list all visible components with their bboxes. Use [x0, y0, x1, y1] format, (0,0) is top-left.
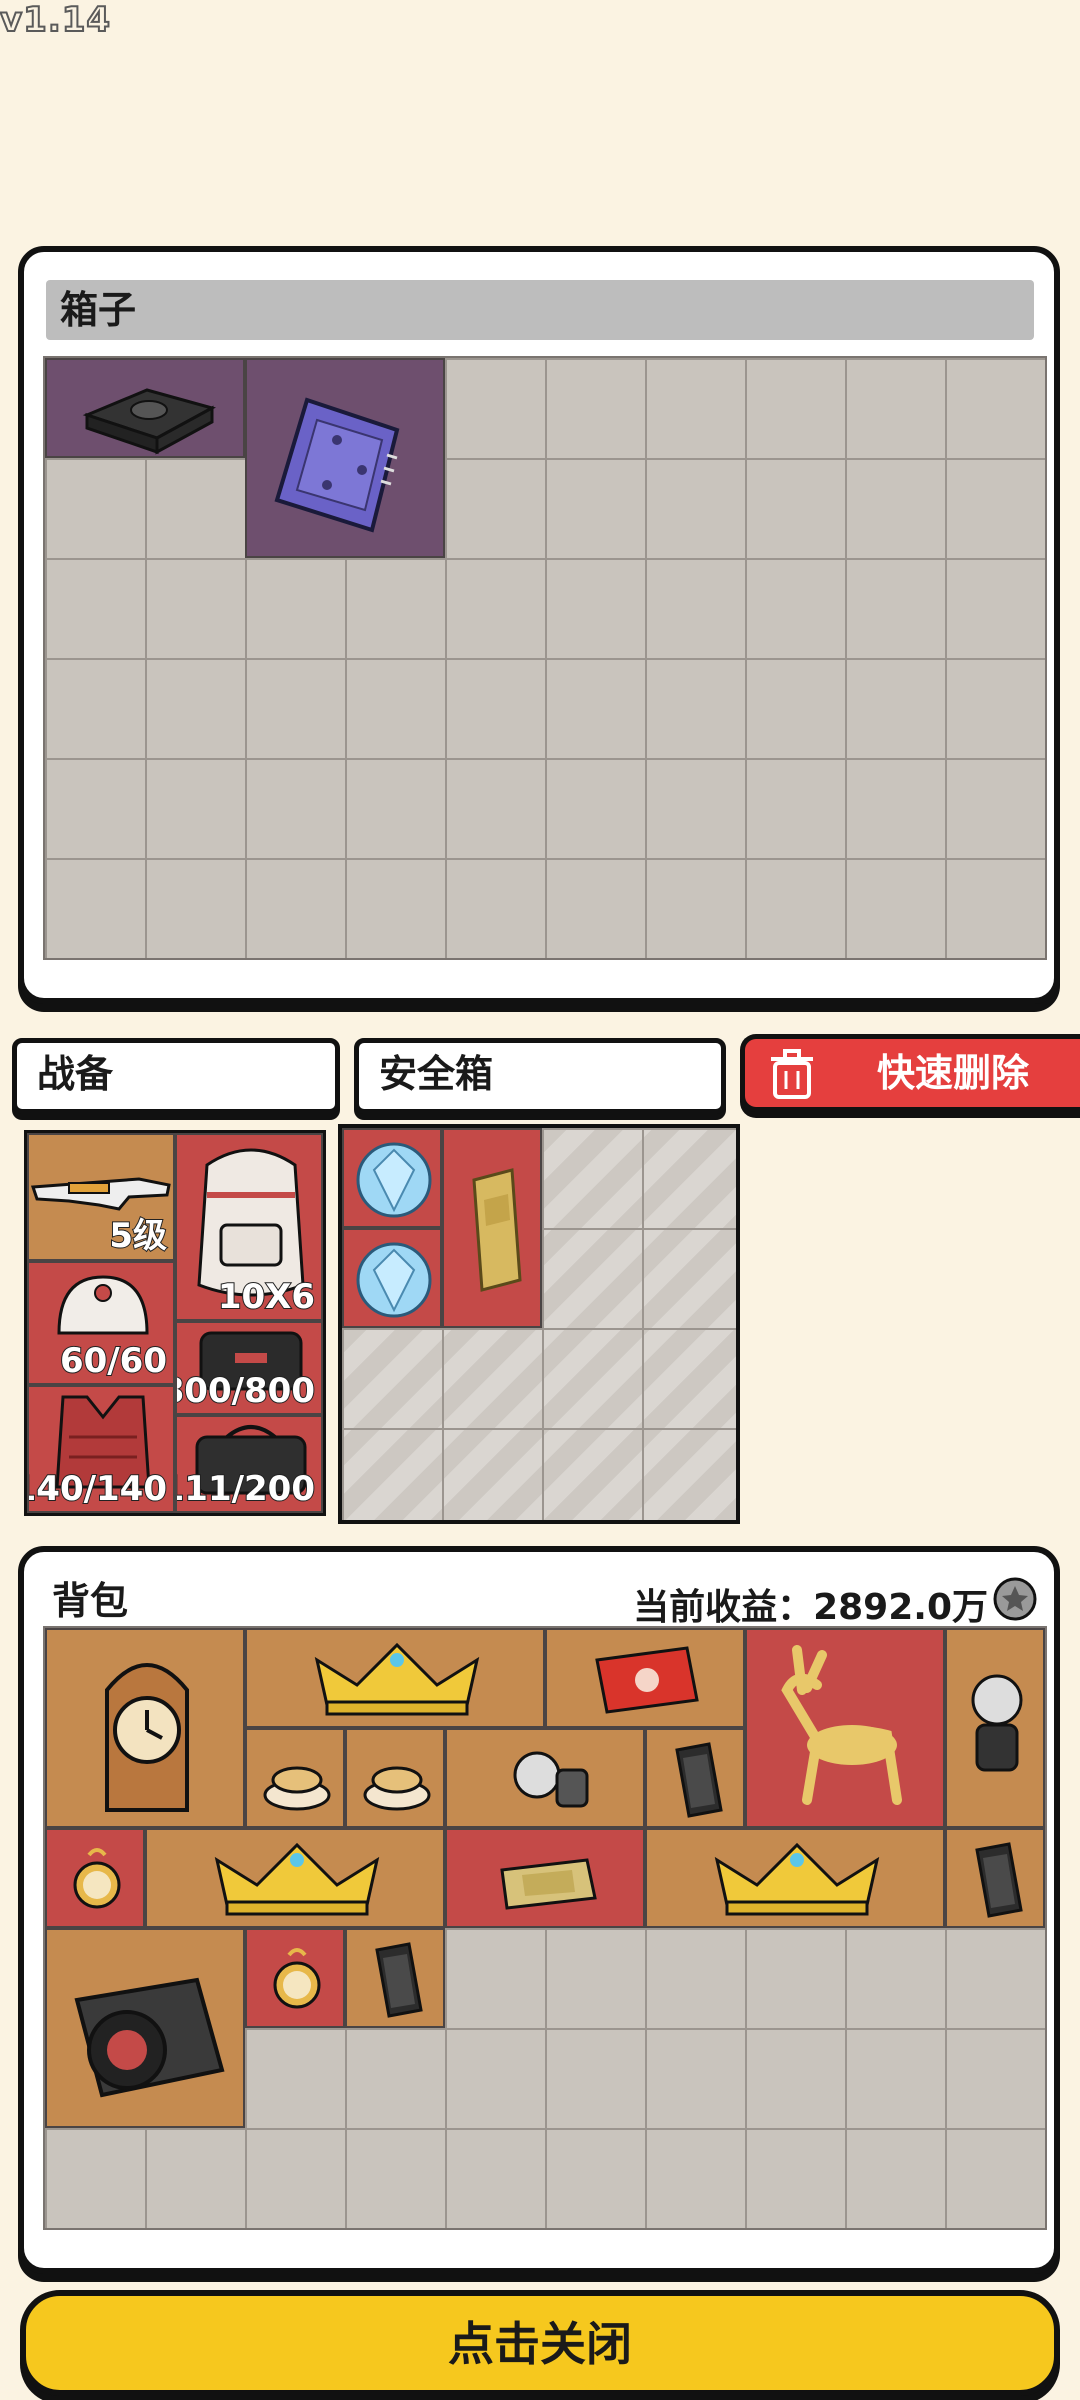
- gold-bar-icon: [500, 1858, 597, 1910]
- coin-icon: [993, 1577, 1037, 1621]
- diamond-icon: [356, 1142, 432, 1218]
- earnings-value: 2892.0万: [813, 1587, 988, 1628]
- backpack-item-gold-bar[interactable]: [445, 1828, 645, 1928]
- backpack-item-figure[interactable]: [445, 1728, 645, 1828]
- equip-weapon-slot[interactable]: 5级: [27, 1133, 175, 1261]
- helmet-durability: 60/60: [59, 1340, 168, 1382]
- red-box-icon: [595, 1646, 699, 1714]
- diamond-icon: [356, 1242, 432, 1318]
- earnings-label: 当前收益：: [633, 1587, 814, 1628]
- trash-icon: [771, 1049, 813, 1099]
- backpack-item-cake[interactable]: [345, 1728, 445, 1828]
- armor-durability: 140/140: [27, 1468, 168, 1510]
- equip-helmet-slot[interactable]: 60/60: [27, 1261, 175, 1385]
- backpack-item-crown[interactable]: [145, 1828, 445, 1928]
- backpack-item-figure[interactable]: [945, 1628, 1045, 1828]
- figure-icon: [513, 1751, 589, 1808]
- tab-safe-box[interactable]: 安全箱: [354, 1038, 726, 1114]
- weapon-level: 5级: [108, 1215, 168, 1257]
- backpack-grid[interactable]: [43, 1626, 1047, 2230]
- bag-capacity: 111/200: [175, 1468, 316, 1510]
- tab-equipment[interactable]: 战备: [12, 1038, 340, 1114]
- equipment-panel: 5级 10X6 60/60 800/800 140/140 111/200: [24, 1130, 326, 1516]
- cake-icon: [363, 1766, 431, 1811]
- phone-icon: [975, 1842, 1023, 1918]
- clock-icon: [105, 1663, 189, 1812]
- equip-rig-slot[interactable]: 800/800: [175, 1321, 323, 1415]
- crown-icon: [314, 1642, 480, 1716]
- safe-item-diamond[interactable]: [342, 1228, 442, 1328]
- backpack-title: 背包: [52, 1579, 129, 1623]
- safe-item-gold-bar[interactable]: [442, 1128, 542, 1328]
- device-icon: [82, 388, 216, 455]
- earnings-display: 当前收益：2892.0万: [633, 1578, 988, 1630]
- backpack-item-golden-deer[interactable]: [745, 1628, 945, 1828]
- backpack-item-red-box[interactable]: [545, 1628, 745, 1728]
- figure-icon: [971, 1674, 1023, 1772]
- backpack-item-phone[interactable]: [345, 1928, 445, 2028]
- equip-armor-slot[interactable]: 140/140: [27, 1385, 175, 1513]
- phone-icon: [375, 1942, 423, 2018]
- box-item-tablet[interactable]: [245, 358, 445, 558]
- backpack-item-cake[interactable]: [245, 1728, 345, 1828]
- safe-box-grid[interactable]: [338, 1124, 740, 1524]
- quick-delete-label: 快速删除: [877, 1051, 1030, 1095]
- gold-bar-icon: [472, 1168, 522, 1292]
- box-panel: 箱子: [18, 246, 1060, 1004]
- backpack-item-phone[interactable]: [645, 1728, 745, 1828]
- equip-bag-slot[interactable]: 111/200: [175, 1415, 323, 1513]
- backpack-item-phone[interactable]: [945, 1828, 1045, 1928]
- golden-deer-icon: [781, 1645, 902, 1805]
- box-grid[interactable]: [43, 356, 1047, 960]
- phone-icon: [675, 1742, 723, 1818]
- crown-icon: [714, 1842, 880, 1916]
- equip-backpack-slot[interactable]: 10X6: [175, 1133, 323, 1321]
- camera-icon: [74, 1977, 225, 2098]
- quick-delete-button[interactable]: 快速删除: [740, 1034, 1080, 1112]
- backpack-item-clock[interactable]: [45, 1628, 245, 1828]
- backpack-item-camera[interactable]: [45, 1928, 245, 2128]
- box-title: 箱子: [46, 280, 1034, 340]
- pocket-watch-icon: [273, 1948, 321, 2009]
- safe-item-diamond[interactable]: [342, 1128, 442, 1228]
- box-item-device[interactable]: [45, 358, 245, 458]
- tablet-icon: [274, 397, 400, 533]
- rig-durability: 800/800: [175, 1370, 316, 1412]
- backpack-item-pocket-watch[interactable]: [45, 1828, 145, 1928]
- backpack-item-crown[interactable]: [645, 1828, 945, 1928]
- pocket-watch-icon: [73, 1848, 121, 1909]
- backpack-panel: 背包 当前收益：2892.0万: [18, 1546, 1060, 2274]
- backpack-item-pocket-watch[interactable]: [245, 1928, 345, 2028]
- close-button[interactable]: 点击关闭: [20, 2290, 1060, 2396]
- backpack-size: 10X6: [217, 1276, 316, 1318]
- crown-icon: [214, 1842, 380, 1916]
- backpack-item-crown[interactable]: [245, 1628, 545, 1728]
- cake-icon: [263, 1766, 331, 1811]
- version-label: v1.14: [0, 0, 112, 41]
